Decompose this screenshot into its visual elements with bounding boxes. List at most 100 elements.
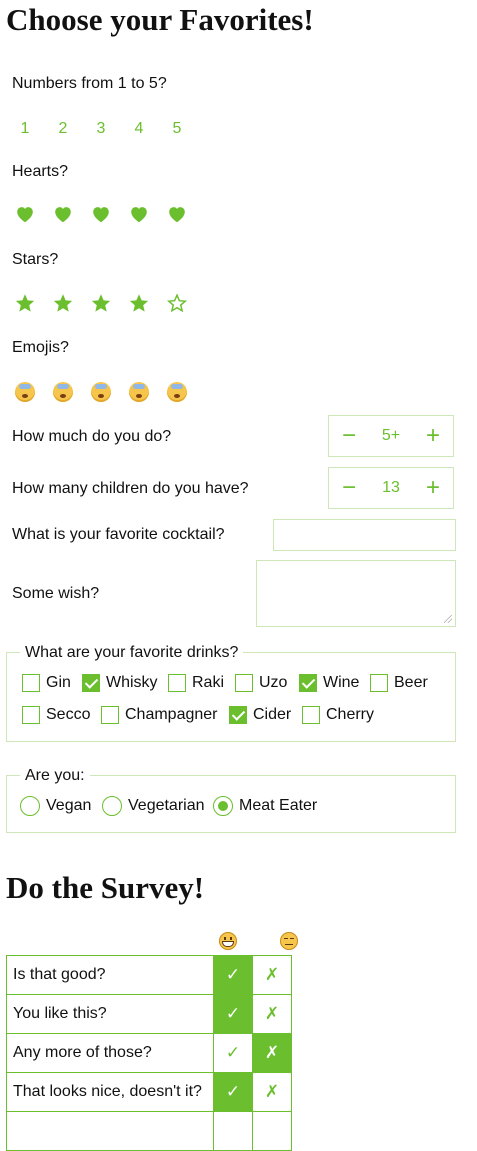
option-label: Secco: [46, 706, 91, 723]
decrement-button[interactable]: −: [329, 416, 369, 456]
star-outline-icon[interactable]: [166, 292, 188, 314]
drink-option-champagner[interactable]: Champagner: [101, 706, 218, 724]
emojis-label: Emojis?: [12, 339, 69, 356]
table-row: That looks nice, doesn't it? ✓ ✗: [6, 1072, 292, 1112]
rating-number-5[interactable]: 5: [166, 120, 188, 138]
checkbox[interactable]: [82, 674, 100, 692]
checkbox[interactable]: [302, 706, 320, 724]
survey-cross-cell[interactable]: ✗: [252, 994, 292, 1034]
radio-button[interactable]: [20, 796, 40, 816]
unamused-face-icon: [280, 932, 299, 950]
survey-question: Is that good?: [6, 955, 214, 995]
star-icon[interactable]: [128, 292, 150, 314]
survey-cell-empty: [252, 1111, 292, 1151]
sleeping-face-icon[interactable]: [91, 382, 111, 402]
increment-button[interactable]: +: [413, 416, 453, 456]
option-label: Wine: [323, 674, 360, 691]
sleeping-face-icon[interactable]: [53, 382, 73, 402]
stepper-value[interactable]: 13: [369, 479, 413, 497]
rating-number-2[interactable]: 2: [52, 120, 74, 138]
option-label: Whisky: [106, 674, 158, 691]
heart-icon[interactable]: [128, 203, 150, 225]
children-stepper: − 13 +: [328, 467, 454, 509]
option-label: Champagner: [125, 706, 218, 723]
drinks-legend: What are your favorite drinks?: [20, 644, 244, 662]
number-rating: 1 2 3 4 5: [14, 120, 188, 138]
diet-legend: Are you:: [20, 767, 90, 785]
heart-icon[interactable]: [90, 203, 112, 225]
diet-option-vegetarian[interactable]: Vegetarian: [102, 796, 205, 816]
drink-option-wine[interactable]: Wine: [299, 674, 359, 692]
survey-check-cell[interactable]: ✓: [213, 955, 253, 995]
how-much-stepper: − 5+ +: [328, 415, 454, 457]
rating-number-4[interactable]: 4: [128, 120, 150, 138]
survey-check-cell[interactable]: ✓: [213, 1033, 253, 1073]
star-icon[interactable]: [90, 292, 112, 314]
drink-option-gin[interactable]: Gin: [22, 674, 71, 692]
children-label: How many children do you have?: [12, 480, 249, 497]
checkbox[interactable]: [22, 706, 40, 724]
star-rating: [14, 292, 188, 314]
heart-icon[interactable]: [52, 203, 74, 225]
cocktail-input[interactable]: [273, 519, 456, 551]
survey-cross-cell[interactable]: ✗: [252, 1072, 292, 1112]
heart-icon[interactable]: [166, 203, 188, 225]
survey-cross-cell[interactable]: ✗: [252, 955, 292, 995]
checkbox[interactable]: [229, 706, 247, 724]
wish-textarea[interactable]: [256, 560, 456, 627]
stars-label: Stars?: [12, 251, 59, 268]
diet-option-meat-eater[interactable]: Meat Eater: [213, 796, 317, 816]
sleeping-face-icon[interactable]: [167, 382, 187, 402]
heart-icon[interactable]: [14, 203, 36, 225]
hearts-label: Hearts?: [12, 163, 69, 180]
numbers-label: Numbers from 1 to 5?: [12, 75, 167, 92]
radio-button[interactable]: [102, 796, 122, 816]
checkbox[interactable]: [101, 706, 119, 724]
table-row: Is that good? ✓ ✗: [6, 955, 292, 995]
sleeping-face-icon[interactable]: [129, 382, 149, 402]
wish-label: Some wish?: [12, 585, 100, 602]
survey-check-cell[interactable]: ✓: [213, 1072, 253, 1112]
drink-option-cherry[interactable]: Cherry: [302, 706, 374, 724]
star-icon[interactable]: [14, 292, 36, 314]
survey-cell-empty: [213, 1111, 253, 1151]
survey-question: That looks nice, doesn't it?: [6, 1072, 214, 1112]
drink-option-raki[interactable]: Raki: [168, 674, 224, 692]
cocktail-label: What is your favorite cocktail?: [12, 526, 225, 543]
stepper-value[interactable]: 5+: [369, 427, 413, 445]
radio-button[interactable]: [213, 796, 233, 816]
drink-option-uzo[interactable]: Uzo: [235, 674, 287, 692]
drinks-fieldset: [6, 652, 456, 742]
emoji-rating: [15, 382, 187, 402]
decrement-button[interactable]: −: [329, 468, 369, 508]
option-label: Cider: [253, 706, 292, 723]
rating-number-1[interactable]: 1: [14, 120, 36, 138]
drink-option-secco[interactable]: Secco: [22, 706, 90, 724]
option-label: Vegan: [46, 797, 92, 814]
survey-check-cell[interactable]: ✓: [213, 994, 253, 1034]
checkbox[interactable]: [370, 674, 388, 692]
diet-option-vegan[interactable]: Vegan: [20, 796, 91, 816]
checkbox[interactable]: [168, 674, 186, 692]
option-label: Cherry: [326, 706, 375, 723]
survey-cross-cell[interactable]: ✗: [252, 1033, 292, 1073]
survey-question: Any more of those?: [6, 1033, 214, 1073]
sleeping-face-icon[interactable]: [15, 382, 35, 402]
rating-number-3[interactable]: 3: [90, 120, 112, 138]
checkbox[interactable]: [299, 674, 317, 692]
option-label: Gin: [46, 674, 71, 691]
table-row: [6, 1111, 292, 1151]
checkbox[interactable]: [22, 674, 40, 692]
table-row: Any more of those? ✓ ✗: [6, 1033, 292, 1073]
table-row: You like this? ✓ ✗: [6, 994, 292, 1034]
grinning-face-icon: [219, 932, 237, 950]
star-icon[interactable]: [52, 292, 74, 314]
drink-option-beer[interactable]: Beer: [370, 674, 428, 692]
drink-option-cider[interactable]: Cider: [229, 706, 291, 724]
how-much-label: How much do you do?: [12, 428, 172, 445]
drink-option-whisky[interactable]: Whisky: [82, 674, 158, 692]
resize-handle-icon[interactable]: [444, 615, 452, 623]
page-title: Choose your Favorites!: [6, 2, 314, 37]
checkbox[interactable]: [235, 674, 253, 692]
increment-button[interactable]: +: [413, 468, 453, 508]
